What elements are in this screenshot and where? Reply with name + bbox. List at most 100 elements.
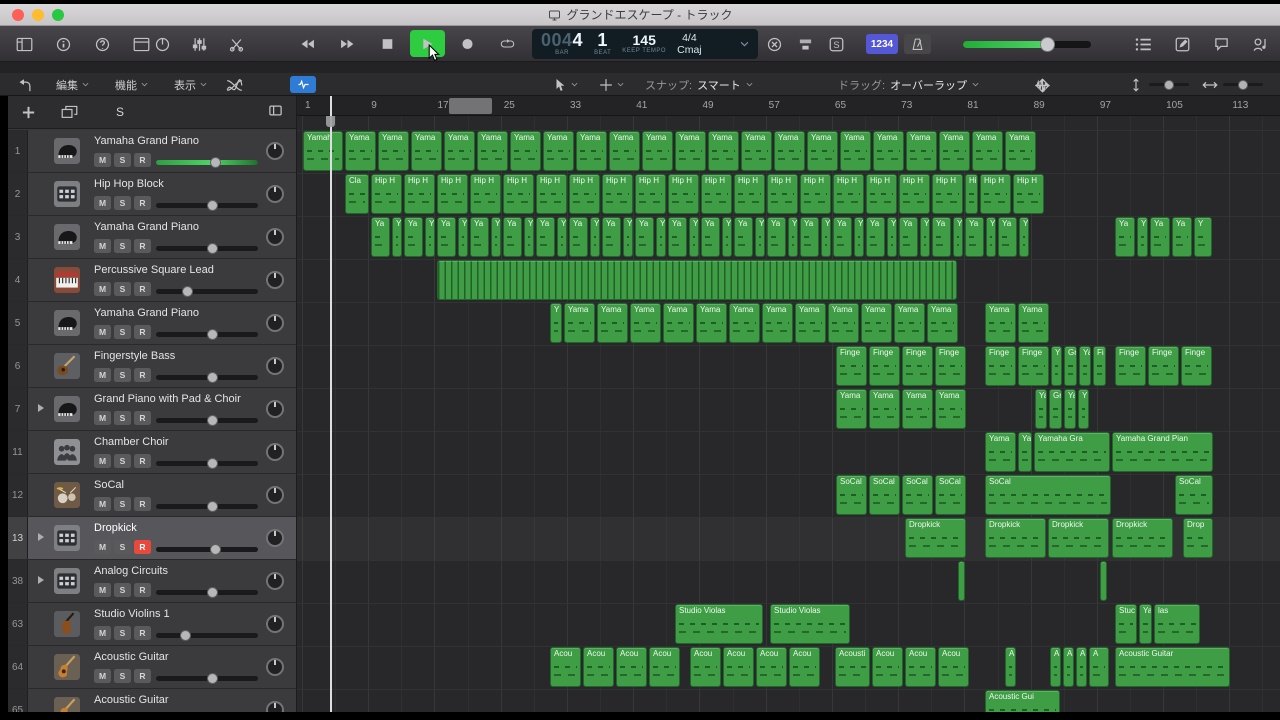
fader-thumb[interactable]: [182, 286, 193, 297]
midi-region[interactable]: Yama: [1018, 303, 1049, 343]
track-header-13[interactable]: 13DropkickMSR: [8, 517, 297, 560]
solo-button[interactable]: S: [114, 583, 131, 597]
mute-button[interactable]: M: [94, 153, 111, 167]
midi-region[interactable]: Fi: [1093, 346, 1106, 386]
midi-region[interactable]: Yama: [675, 131, 706, 171]
menu-2[interactable]: 機能: [115, 77, 148, 93]
pan-knob[interactable]: [266, 271, 284, 289]
midi-region[interactable]: Hip H: [371, 174, 402, 214]
midi-region[interactable]: Hip H: [602, 174, 633, 214]
midi-region[interactable]: Ya: [734, 217, 753, 257]
midi-region[interactable]: Hip H: [569, 174, 600, 214]
midi-region[interactable]: Yama: [609, 131, 640, 171]
midi-region[interactable]: Y: [524, 217, 534, 257]
track-name[interactable]: Percussive Square Lead: [94, 264, 214, 276]
pan-knob[interactable]: [266, 486, 284, 504]
midi-region[interactable]: A: [1063, 647, 1074, 687]
chevron-down-icon[interactable]: [740, 41, 749, 47]
midi-region[interactable]: Ya: [1064, 389, 1076, 429]
record-arm-button[interactable]: R: [134, 540, 151, 554]
midi-region[interactable]: Yama: [642, 131, 673, 171]
pan-knob[interactable]: [266, 443, 284, 461]
midi-region[interactable]: Hip H: [437, 174, 468, 214]
volume-fader[interactable]: [156, 332, 258, 337]
volume-fader[interactable]: [156, 246, 258, 251]
fader-thumb[interactable]: [207, 458, 218, 469]
header-mini-button[interactable]: [265, 101, 286, 120]
midi-region[interactable]: Yama: [564, 303, 595, 343]
record-arm-button[interactable]: R: [134, 669, 151, 683]
midi-region[interactable]: Yama: [576, 131, 607, 171]
midi-region[interactable]: Hip H: [668, 174, 699, 214]
track-header-38[interactable]: 38Analog CircuitsMSR: [8, 560, 297, 603]
midi-region[interactable]: Finge: [1115, 346, 1146, 386]
midi-region[interactable]: Acousti: [835, 647, 870, 687]
midi-region[interactable]: Yamah: [303, 131, 343, 171]
midi-region[interactable]: Yama: [708, 131, 739, 171]
midi-region[interactable]: Finge: [1018, 346, 1049, 386]
midi-region[interactable]: Y: [1019, 217, 1029, 257]
midi-region[interactable]: Yama: [795, 303, 826, 343]
record-arm-button[interactable]: R: [134, 626, 151, 640]
midi-region[interactable]: Y: [1051, 346, 1062, 386]
solo-button[interactable]: S: [114, 368, 131, 382]
track-name[interactable]: Fingerstyle Bass: [94, 350, 175, 362]
mute-button[interactable]: M: [94, 282, 111, 296]
midi-region[interactable]: Hip H: [404, 174, 435, 214]
midi-region[interactable]: Ya: [1035, 389, 1047, 429]
midi-region[interactable]: Yama: [696, 303, 727, 343]
tuner-button[interactable]: [152, 35, 173, 54]
midi-region[interactable]: Yama: [985, 303, 1016, 343]
midi-region[interactable]: Y: [425, 217, 435, 257]
midi-region[interactable]: Hip H: [503, 174, 534, 214]
midi-region[interactable]: SoCal: [836, 475, 867, 515]
pan-knob[interactable]: [266, 701, 284, 712]
mute-button[interactable]: M: [94, 368, 111, 382]
midi-region[interactable]: Ya: [866, 217, 885, 257]
arrange-area[interactable]: YamahYamaYamaYamaYamaYamaYamaYamaYamaYam…: [297, 116, 1280, 712]
midi-region[interactable]: Ya: [437, 217, 456, 257]
track-header-12[interactable]: 12SoCalMSR: [8, 474, 297, 517]
record-arm-button[interactable]: R: [134, 153, 151, 167]
midi-region[interactable]: Ya: [503, 217, 522, 257]
midi-region[interactable]: Yama: [985, 432, 1016, 472]
fader-thumb[interactable]: [207, 243, 218, 254]
cycle-button[interactable]: [490, 30, 525, 57]
midi-region[interactable]: Acou: [649, 647, 680, 687]
midi-region[interactable]: Ya: [800, 217, 819, 257]
midi-region[interactable]: Yama: [840, 131, 871, 171]
midi-region[interactable]: Ya: [536, 217, 555, 257]
midi-region[interactable]: Yamaha Grand Pian: [1112, 432, 1213, 472]
drag-menu[interactable]: ドラッグ: オーバーラップ: [838, 73, 979, 96]
midi-region[interactable]: Dropkick: [1048, 518, 1109, 558]
record-arm-button[interactable]: R: [134, 239, 151, 253]
midi-region[interactable]: A: [1076, 647, 1087, 687]
bar-ruler[interactable]: 191725334149576573818997105113: [297, 96, 1280, 116]
track-header-6[interactable]: 6Fingerstyle BassMSR: [8, 345, 297, 388]
volume-fader[interactable]: [156, 504, 258, 509]
snap-menu[interactable]: スナップ: スマート: [645, 73, 753, 96]
midi-region[interactable]: Yama: [345, 131, 376, 171]
midi-region[interactable]: Finge: [935, 346, 966, 386]
solo-button[interactable]: S: [114, 239, 131, 253]
record-arm-button[interactable]: R: [134, 583, 151, 597]
midi-region[interactable]: SoCal: [902, 475, 933, 515]
midi-region[interactable]: Ya: [1018, 432, 1032, 472]
midi-region[interactable]: Yama: [630, 303, 661, 343]
midi-region[interactable]: Hip H: [932, 174, 963, 214]
midi-region[interactable]: Y: [623, 217, 633, 257]
library-button[interactable]: [14, 35, 35, 54]
volume-fader[interactable]: [156, 676, 258, 681]
list-editors-button[interactable]: [1133, 35, 1154, 54]
midi-region[interactable]: Acou: [938, 647, 969, 687]
midi-region[interactable]: Yama: [935, 389, 966, 429]
midi-region[interactable]: Yama: [729, 303, 760, 343]
forward-button[interactable]: [330, 30, 365, 57]
command-click-tool-menu[interactable]: [598, 73, 624, 96]
midi-region[interactable]: Yama: [477, 131, 508, 171]
midi-region[interactable]: Cla: [345, 174, 369, 214]
midi-region[interactable]: Hip H: [536, 174, 567, 214]
pan-knob[interactable]: [266, 572, 284, 590]
zoom-knob[interactable]: [1238, 80, 1248, 90]
midi-region[interactable]: Dropkick: [985, 518, 1046, 558]
